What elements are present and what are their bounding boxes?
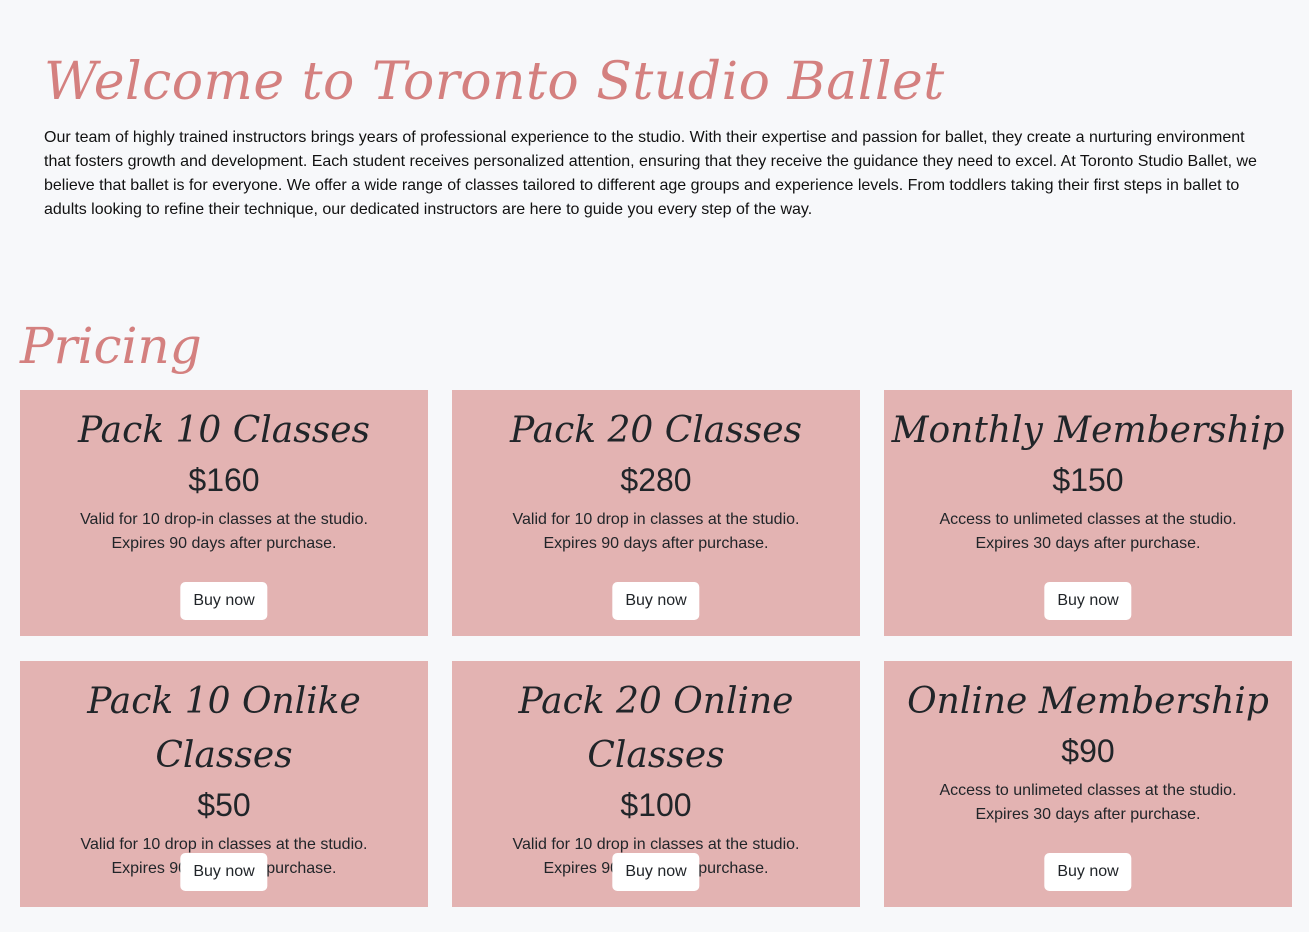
buy-now-button[interactable]: Buy now bbox=[1044, 853, 1132, 891]
card-price: $150 bbox=[1052, 462, 1124, 498]
pricing-card-monthly-membership: Monthly Membership $150 Access to unlime… bbox=[884, 390, 1292, 636]
card-title: Pack 20 Classes bbox=[510, 410, 802, 451]
welcome-title: Welcome to Toronto Studio Ballet bbox=[44, 52, 945, 112]
card-price: $50 bbox=[197, 787, 251, 823]
pricing-card-pack-20-online-classes: Pack 20 Online Classes $100 Valid for 10… bbox=[452, 661, 860, 907]
welcome-text: Our team of highly trained instructors b… bbox=[44, 129, 1257, 218]
pricing-grid: Pack 10 Classes $160 Valid for 10 drop-i… bbox=[20, 390, 1292, 907]
pricing-card-pack-20-classes: Pack 20 Classes $280 Valid for 10 drop i… bbox=[452, 390, 860, 636]
card-description-line: Valid for 10 drop in classes at the stud… bbox=[512, 511, 800, 528]
card-description: Access to unlimeted classes at the studi… bbox=[884, 508, 1292, 556]
card-description-line: Expires 90 days after purchase. bbox=[543, 535, 769, 552]
pricing-card-pack-10-online-classes: Pack 10 Onlike Classes $50 Valid for 10 … bbox=[20, 661, 428, 907]
buy-now-button[interactable]: Buy now bbox=[612, 853, 700, 891]
card-description-line: Expires 30 days after purchase. bbox=[975, 806, 1201, 823]
welcome-section: Welcome to Toronto Studio Ballet Our tea… bbox=[44, 44, 1269, 222]
card-description-line: Valid for 10 drop-in classes at the stud… bbox=[80, 511, 368, 528]
card-description: Valid for 10 drop in classes at the stud… bbox=[452, 508, 860, 556]
card-description: Valid for 10 drop-in classes at the stud… bbox=[20, 508, 428, 556]
pricing-card-online-membership: Online Membership $90 Access to unlimete… bbox=[884, 661, 1292, 907]
card-description-line: Access to unlimeted classes at the studi… bbox=[939, 782, 1237, 799]
card-description-line: Expires 90 days after purchase. bbox=[111, 535, 337, 552]
card-description-line: Access to unlimeted classes at the studi… bbox=[939, 511, 1237, 528]
card-title: Pack 10 Onlike Classes bbox=[87, 681, 361, 776]
pricing-card-pack-10-classes: Pack 10 Classes $160 Valid for 10 drop-i… bbox=[20, 390, 428, 636]
card-description-line: Expires 30 days after purchase. bbox=[975, 535, 1201, 552]
card-title: Monthly Membership bbox=[891, 410, 1285, 451]
card-description: Access to unlimeted classes at the studi… bbox=[884, 779, 1292, 827]
card-title: Pack 20 Online Classes bbox=[518, 681, 794, 776]
buy-now-button[interactable]: Buy now bbox=[612, 582, 700, 620]
card-price: $160 bbox=[188, 462, 260, 498]
buy-now-button[interactable]: Buy now bbox=[180, 582, 268, 620]
card-price: $90 bbox=[1061, 733, 1115, 769]
buy-now-button[interactable]: Buy now bbox=[1044, 582, 1132, 620]
card-title: Pack 10 Classes bbox=[78, 410, 370, 451]
pricing-title: Pricing bbox=[20, 317, 202, 375]
card-price: $100 bbox=[620, 787, 692, 823]
card-title: Online Membership bbox=[907, 681, 1269, 722]
card-price: $280 bbox=[620, 462, 692, 498]
buy-now-button[interactable]: Buy now bbox=[180, 853, 268, 891]
